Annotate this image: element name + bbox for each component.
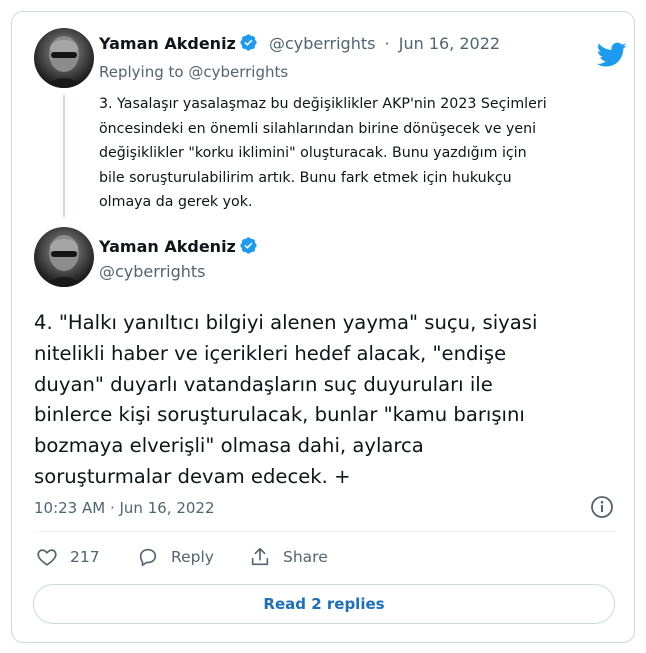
avatar-portrait [42, 235, 86, 287]
twitter-bird-icon[interactable] [597, 42, 627, 68]
separator-dot: · [384, 34, 390, 53]
reply-text-line: bile soruşturulabilirim artık. Bunu fark… [99, 169, 512, 186]
reply-label: Reply [171, 548, 214, 566]
replying-to-handle[interactable]: @cyberrights [188, 63, 288, 81]
heart-icon [37, 549, 57, 566]
like-count: 217 [70, 548, 100, 566]
main-tweet-text: 4. "Halkı yanıltıcı bilgiyi alenen yayma… [34, 308, 624, 493]
reply-bubble-icon [139, 548, 157, 567]
like-button[interactable]: 217 [36, 546, 100, 568]
verified-badge-icon [240, 34, 257, 51]
main-text-line: soruşturmalar devam edecek. + [34, 464, 351, 488]
avatar-portrait [42, 36, 86, 88]
tweet-embed-card: Yaman Akdeniz @cyberrights · Jun 16, 202… [11, 11, 635, 643]
reply-button[interactable]: Reply [137, 546, 214, 568]
reply-text-line: 3. Yasalaşır yasalaşmaz bu değişiklikler… [99, 96, 547, 112]
info-icon[interactable] [590, 495, 614, 519]
divider [34, 531, 616, 532]
main-text-line: bozmaya elverişli" olmasa dahi, aylarca [34, 434, 424, 458]
read-replies-label: Read 2 replies [263, 595, 385, 613]
author-handle[interactable]: @cyberrights [269, 34, 376, 53]
replying-to-label: Replying to [99, 63, 184, 81]
reply-text-line: öncesindeki en önemli silahlarından biri… [99, 120, 537, 137]
main-text-line: 4. "Halkı yanıltıcı bilgiyi alenen yayma… [34, 311, 538, 334]
read-replies-button[interactable]: Read 2 replies [33, 584, 615, 624]
tweet-date[interactable]: Jun 16, 2022 [399, 34, 500, 53]
replying-to-line: Replying to @cyberrights [99, 63, 288, 81]
reply-tweet-header: Yaman Akdeniz @cyberrights · Jun 16, 202… [99, 33, 500, 53]
share-label: Share [283, 548, 328, 566]
author-name[interactable]: Yaman Akdeniz [99, 237, 236, 256]
reply-text-line: olmaya da gerek yok. [99, 194, 253, 210]
avatar[interactable] [34, 28, 94, 88]
avatar[interactable] [34, 227, 94, 287]
verified-badge-icon [240, 237, 257, 254]
author-handle[interactable]: @cyberrights [99, 262, 206, 281]
share-icon [251, 547, 269, 566]
main-tweet-header: Yaman Akdeniz [99, 236, 258, 256]
main-text-line: duyan" duyarlı vatandaşların suç duyurul… [34, 372, 493, 396]
tweet-timestamp[interactable]: 10:23 AM · Jun 16, 2022 [34, 499, 215, 517]
reply-tweet-text: 3. Yasalaşır yasalaşmaz bu değişiklikler… [99, 92, 619, 215]
main-text-line: binlerce kişi soruşturulacak, bunlar "ka… [34, 403, 525, 427]
share-button[interactable]: Share [249, 546, 328, 568]
thread-connector-line [63, 95, 65, 217]
author-name[interactable]: Yaman Akdeniz [99, 34, 236, 53]
reply-text-line: değişiklikler "korku iklimini" oluşturac… [99, 145, 527, 161]
main-text-line: nitelikli haber ve içerikleri hedef alac… [34, 341, 507, 365]
